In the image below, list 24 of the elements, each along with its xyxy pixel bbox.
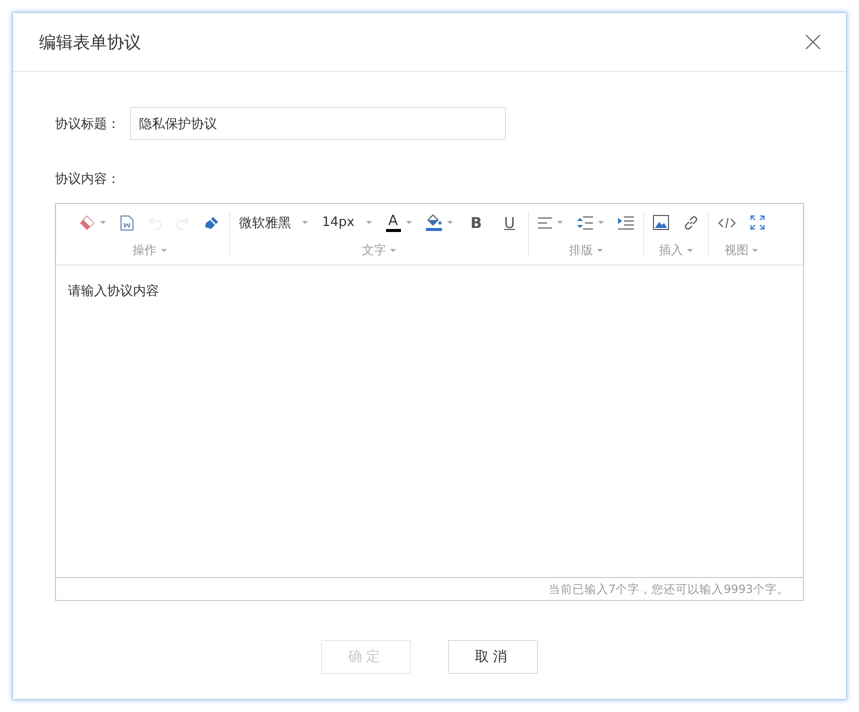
line-spacing-icon (576, 216, 593, 230)
document-icon (120, 214, 134, 230)
align-icon (538, 216, 552, 228)
link-icon (682, 214, 699, 230)
font-color-button[interactable]: A (378, 210, 418, 236)
close-icon[interactable] (804, 33, 822, 51)
dropdown[interactable]: 14px (315, 210, 378, 236)
indent-icon (618, 216, 634, 230)
brush-icon (204, 214, 220, 230)
input-field[interactable]: 隐私保护协议 (130, 107, 506, 140)
image-icon (652, 215, 669, 230)
editor-content[interactable]: 请输入协议内容 (56, 264, 803, 577)
field-label: 协议标题： (55, 116, 121, 132)
underline-button[interactable]: U (492, 210, 526, 236)
cancel-button[interactable]: 取消 (448, 640, 538, 674)
code-icon (718, 216, 736, 228)
word-count-status: 当前已输入7个字，您还可以输入9993个字。 (56, 577, 803, 600)
dialog-title: 编辑表单协议 (39, 32, 141, 54)
fullscreen-icon (750, 215, 765, 230)
bold-button[interactable]: B (460, 210, 493, 236)
dropdown[interactable]: 微软雅黑 (232, 210, 315, 236)
field-label: 协议内容： (55, 171, 120, 188)
eraser-icon (79, 214, 95, 230)
paint-bucket-icon (426, 214, 442, 231)
